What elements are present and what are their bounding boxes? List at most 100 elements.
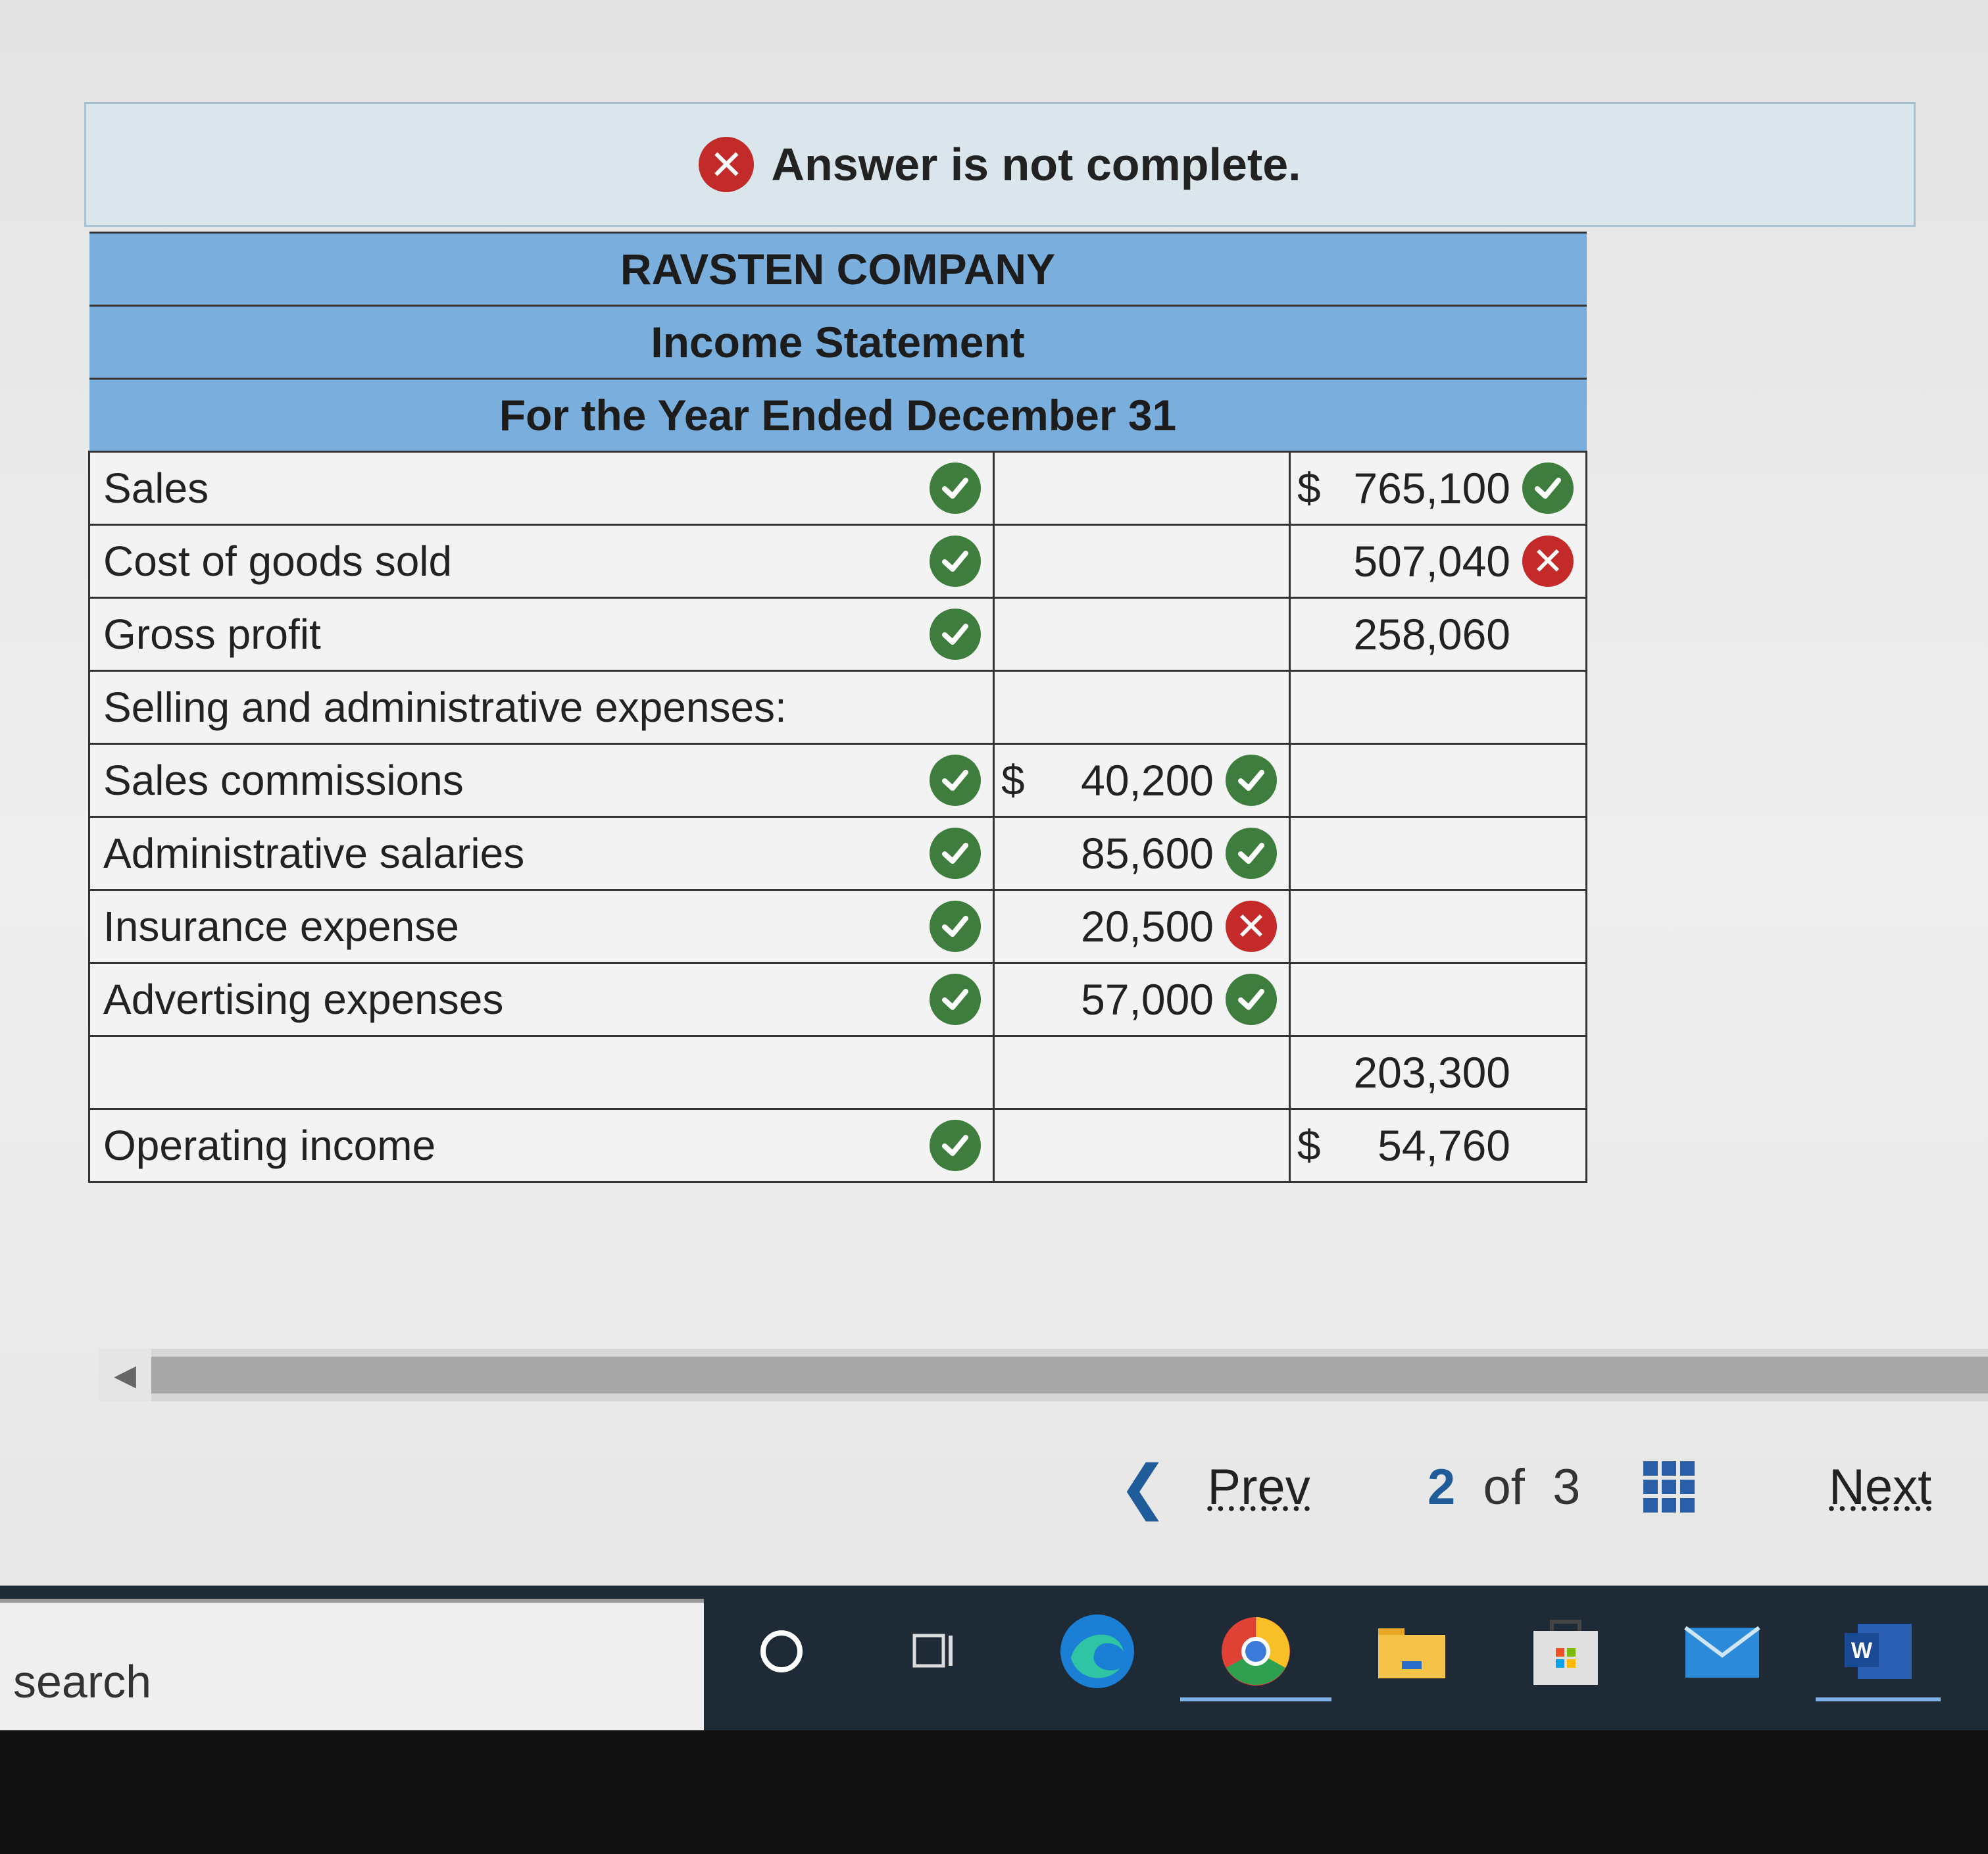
error-x-icon: ✕ bbox=[699, 137, 755, 192]
detail-amount-cell[interactable] bbox=[993, 451, 1291, 526]
total-amount-cell[interactable]: 258,060 bbox=[1289, 597, 1587, 672]
row-label: Sales commissions bbox=[103, 757, 464, 804]
statement-title: Income Statement bbox=[89, 305, 1587, 380]
detail-amount-cell[interactable] bbox=[993, 1035, 1291, 1110]
total-amount-cell[interactable]: $54,760 bbox=[1289, 1108, 1587, 1183]
total-amount: 203,300 bbox=[1353, 1048, 1510, 1097]
question-grid-button[interactable] bbox=[1643, 1441, 1695, 1533]
total-dollar-sign: $ bbox=[1297, 464, 1321, 512]
horizontal-scrollbar[interactable]: ◀ bbox=[99, 1349, 1988, 1401]
grid-icon bbox=[1643, 1461, 1695, 1513]
row-label-cell[interactable]: Administrative salaries bbox=[88, 816, 995, 891]
search-placeholder: search bbox=[13, 1656, 152, 1707]
income-statement-table: RAVSTEN COMPANY Income Statement For the… bbox=[88, 232, 1587, 1183]
total-amount-cell[interactable] bbox=[1289, 962, 1587, 1037]
page-indicator: 2 of 3 bbox=[1428, 1441, 1580, 1533]
row-label: Insurance expense bbox=[103, 903, 459, 950]
row-label: Administrative salaries bbox=[103, 830, 525, 877]
statement-row: Insurance expense 20,500 ✕ bbox=[88, 889, 1587, 964]
detail-correct-check-icon bbox=[1226, 974, 1277, 1025]
scrollbar-thumb[interactable] bbox=[151, 1357, 1988, 1393]
current-page: 2 bbox=[1428, 1459, 1456, 1515]
label-correct-check-icon bbox=[930, 828, 981, 879]
word-icon[interactable]: W bbox=[1816, 1605, 1941, 1701]
scroll-left-arrow-icon[interactable]: ◀ bbox=[99, 1349, 151, 1401]
total-amount-cell[interactable] bbox=[1289, 816, 1587, 891]
detail-amount-cell[interactable]: 85,600 bbox=[993, 816, 1291, 891]
chevron-left-icon: ❮ bbox=[1118, 1454, 1168, 1520]
answer-status-banner: ✕ Answer is not complete. bbox=[84, 102, 1916, 227]
label-correct-check-icon bbox=[930, 463, 981, 514]
detail-amount: 20,500 bbox=[1081, 902, 1214, 951]
row-label-cell[interactable]: Gross profit bbox=[88, 597, 995, 672]
page-of: of bbox=[1483, 1459, 1525, 1515]
detail-amount-cell[interactable]: 57,000 bbox=[993, 962, 1291, 1037]
row-label-cell[interactable]: Sales bbox=[88, 451, 995, 526]
detail-incorrect-x-icon: ✕ bbox=[1226, 901, 1277, 952]
taskbar-search-box[interactable]: search bbox=[0, 1599, 704, 1730]
row-label-cell[interactable]: Operating income bbox=[88, 1108, 995, 1183]
label-correct-check-icon bbox=[930, 1120, 981, 1171]
svg-text:W: W bbox=[1851, 1638, 1873, 1663]
total-dollar-sign: $ bbox=[1297, 1122, 1321, 1169]
detail-amount-cell[interactable] bbox=[993, 670, 1291, 745]
mail-icon[interactable] bbox=[1676, 1605, 1768, 1697]
detail-amount-cell[interactable] bbox=[993, 597, 1291, 672]
total-amount-cell[interactable]: $765,100 bbox=[1289, 451, 1587, 526]
row-label-cell[interactable]: Selling and administrative expenses: bbox=[88, 670, 995, 745]
total-amount-cell[interactable] bbox=[1289, 889, 1587, 964]
detail-correct-check-icon bbox=[1226, 828, 1277, 879]
total-amount-cell[interactable]: 507,040 ✕ bbox=[1289, 524, 1587, 599]
cortana-icon[interactable] bbox=[735, 1605, 828, 1697]
detail-amount-cell[interactable] bbox=[993, 524, 1291, 599]
row-label: Selling and administrative expenses: bbox=[103, 684, 787, 731]
file-explorer-icon[interactable] bbox=[1366, 1605, 1458, 1697]
total-amount: 258,060 bbox=[1353, 610, 1510, 659]
chrome-icon[interactable] bbox=[1180, 1605, 1331, 1701]
store-icon[interactable] bbox=[1520, 1605, 1612, 1697]
row-label-cell[interactable]: Insurance expense bbox=[88, 889, 995, 964]
row-label: Gross profit bbox=[103, 611, 321, 658]
task-view-icon[interactable] bbox=[889, 1605, 982, 1697]
statement-row: Sales $765,100 bbox=[88, 451, 1587, 526]
detail-amount: 57,000 bbox=[1081, 975, 1214, 1024]
label-correct-check-icon bbox=[930, 755, 981, 806]
total-amount: 507,040 bbox=[1353, 537, 1510, 586]
detail-amount-cell[interactable] bbox=[993, 1108, 1291, 1183]
statement-row: Administrative salaries 85,600 bbox=[88, 816, 1587, 891]
statement-period: For the Year Ended December 31 bbox=[89, 378, 1587, 453]
detail-amount-cell[interactable]: 20,500 ✕ bbox=[993, 889, 1291, 964]
prev-label: Prev bbox=[1207, 1459, 1310, 1515]
statement-row: Operating income $54,760 bbox=[88, 1108, 1587, 1183]
row-label: Advertising expenses bbox=[103, 976, 504, 1023]
statement-row: Advertising expenses 57,000 bbox=[88, 962, 1587, 1037]
detail-amount: 40,200 bbox=[1081, 756, 1214, 805]
company-name: RAVSTEN COMPANY bbox=[89, 232, 1587, 307]
total-pages: 3 bbox=[1553, 1459, 1581, 1515]
total-amount-cell[interactable]: 203,300 bbox=[1289, 1035, 1587, 1110]
prev-button[interactable]: ❮ Prev bbox=[1118, 1441, 1310, 1533]
row-label: Sales bbox=[103, 464, 209, 512]
row-label-cell[interactable]: Advertising expenses bbox=[88, 962, 995, 1037]
statement-row: Sales commissions $40,200 bbox=[88, 743, 1587, 818]
total-amount-cell[interactable] bbox=[1289, 743, 1587, 818]
row-label: Operating income bbox=[103, 1122, 436, 1169]
monitor-bezel bbox=[0, 1730, 1988, 1854]
detail-correct-check-icon bbox=[1226, 755, 1277, 806]
edge-icon[interactable] bbox=[1051, 1605, 1143, 1697]
total-amount: 765,100 bbox=[1353, 464, 1510, 513]
statement-row: Cost of goods sold 507,040 ✕ bbox=[88, 524, 1587, 599]
row-label-cell[interactable]: Cost of goods sold bbox=[88, 524, 995, 599]
next-button[interactable]: Next bbox=[1829, 1441, 1931, 1533]
row-label-cell[interactable] bbox=[88, 1035, 995, 1110]
statement-row: Gross profit 258,060 bbox=[88, 597, 1587, 672]
label-correct-check-icon bbox=[930, 536, 981, 587]
total-amount-cell[interactable] bbox=[1289, 670, 1587, 745]
next-label: Next bbox=[1829, 1459, 1932, 1515]
detail-amount-cell[interactable]: $40,200 bbox=[993, 743, 1291, 818]
statement-row: 203,300 bbox=[88, 1035, 1587, 1110]
label-correct-check-icon bbox=[930, 609, 981, 660]
statement-row: Selling and administrative expenses: bbox=[88, 670, 1587, 745]
row-label-cell[interactable]: Sales commissions bbox=[88, 743, 995, 818]
row-label: Cost of goods sold bbox=[103, 538, 453, 585]
